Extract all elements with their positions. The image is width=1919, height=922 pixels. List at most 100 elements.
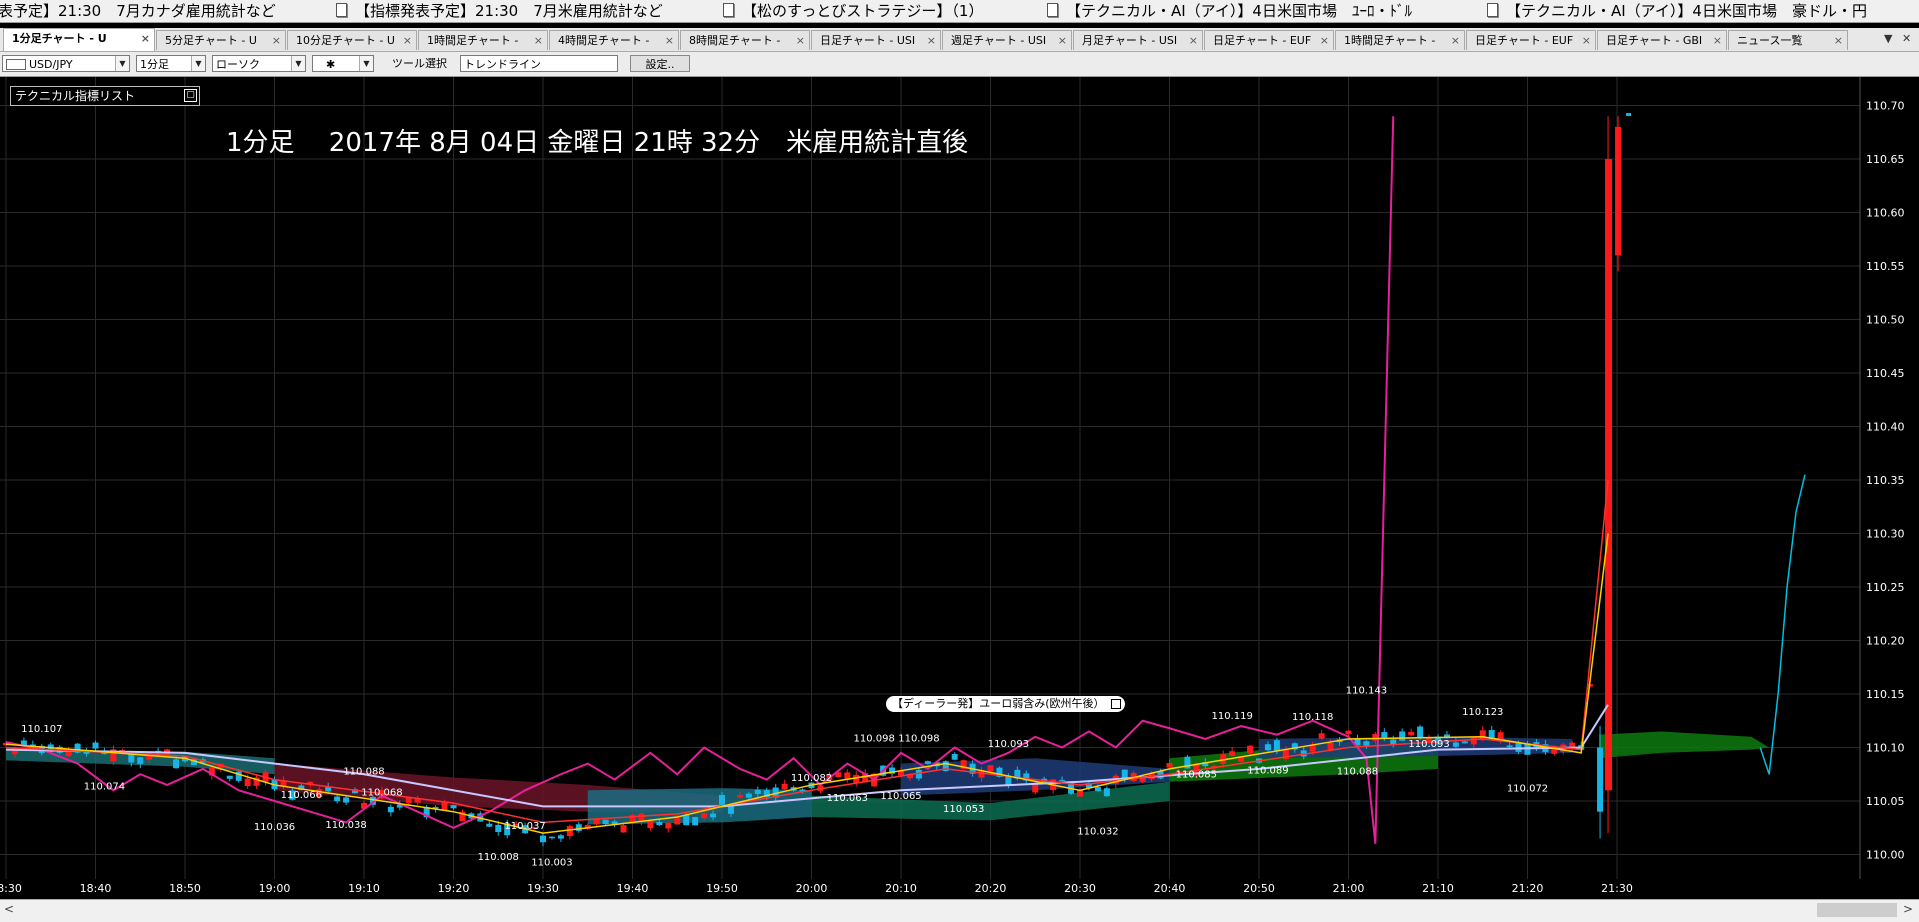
- tab-close-icon[interactable]: ×: [534, 31, 543, 50]
- news-popup[interactable]: 【ディーラー発】ユーロ弱含み(欧州午後）: [886, 696, 1125, 712]
- news-ticker[interactable]: 表予定】21:30 7月カナダ雇用統計など 【指標発表予定】21:30 7月米雇用…: [0, 0, 1919, 23]
- tab-chart-6[interactable]: 8時間足チャート - ×: [680, 30, 810, 50]
- tab-close-icon[interactable]: ×: [1058, 31, 1067, 50]
- price-label: 110.038: [325, 820, 366, 831]
- ticker-item[interactable]: 【松のすっとびストラテジー】（1）: [723, 0, 983, 22]
- settings-button[interactable]: 設定..: [630, 55, 690, 72]
- tab-close-icon[interactable]: ×: [141, 29, 150, 49]
- y-tick-label: 110.00: [1866, 849, 1905, 862]
- price-label: 110.068: [361, 788, 402, 799]
- candle-body: [1229, 751, 1236, 756]
- tab-close-icon[interactable]: ×: [796, 31, 805, 50]
- chart-type-value: ローソク: [216, 58, 260, 71]
- candle-body: [1032, 783, 1039, 793]
- y-tick-label: 110.05: [1866, 795, 1905, 808]
- price-label: 110.032: [1077, 826, 1118, 837]
- candle-body: [692, 817, 699, 826]
- tab-list-menu-icon[interactable]: ▼: [1884, 32, 1892, 45]
- close-window-icon[interactable]: ✕: [1902, 32, 1911, 45]
- price-chart[interactable]: 110.107 110.074 110.036 110.066 110.038 110.0…: [0, 77, 1919, 899]
- tab-chart-13[interactable]: 日足チャート - GBI ×: [1597, 30, 1727, 50]
- x-tick-label: 19:50: [706, 882, 738, 895]
- price-label: 110.093: [1408, 739, 1449, 750]
- tab-close-icon[interactable]: ×: [1713, 31, 1722, 50]
- tab-close-icon[interactable]: ×: [1582, 31, 1591, 50]
- expand-icon[interactable]: ▢: [184, 89, 197, 102]
- ticker-item[interactable]: 【指標発表予定】21:30 7月米雇用統計など: [336, 0, 663, 22]
- chevron-down-icon: ▼: [291, 56, 305, 71]
- y-tick-label: 110.30: [1866, 528, 1905, 541]
- y-tick-label: 110.50: [1866, 314, 1905, 327]
- tab-chart-1[interactable]: 1分足チャート - U ×: [3, 28, 155, 51]
- x-tick-label: 18:30: [0, 882, 22, 895]
- tab-label: 10分足チャート - U: [296, 34, 395, 47]
- candle-body: [674, 817, 681, 825]
- tab-close-icon[interactable]: ×: [1834, 31, 1843, 50]
- chart-toolbar: USD/JPY ▼ 1分足 ▼ ローソク ▼ ✱ ▼ ツール選択 トレンドライン…: [0, 52, 1919, 77]
- tab-chart-5[interactable]: 4時間足チャート - ×: [549, 30, 679, 50]
- tab-chart-4[interactable]: 1時間足チャート - ×: [418, 30, 548, 50]
- tab-chart-9[interactable]: 月足チャート - USI ×: [1073, 30, 1203, 50]
- price-label: 110.066: [281, 790, 322, 801]
- tab-close-icon[interactable]: ×: [1320, 31, 1329, 50]
- y-tick-label: 110.25: [1866, 581, 1905, 594]
- y-tick-label: 110.10: [1866, 742, 1905, 755]
- candle-body: [1363, 741, 1370, 746]
- tab-label: 4時間足チャート -: [558, 34, 650, 47]
- tab-label: 1時間足チャート -: [427, 34, 519, 47]
- ticker-item[interactable]: 表予定】21:30 7月カナダ雇用統計など: [0, 0, 276, 22]
- tab-close-icon[interactable]: ×: [1189, 31, 1198, 50]
- price-label: 110.088: [1337, 766, 1378, 777]
- candle-body: [647, 820, 654, 829]
- x-tick-label: 20:10: [885, 882, 917, 895]
- tab-close-icon[interactable]: ×: [665, 31, 674, 50]
- tab-label: 日足チャート - GBI: [1606, 34, 1703, 47]
- tab-close-icon[interactable]: ×: [927, 31, 936, 50]
- scrollbar-thumb[interactable]: [1817, 903, 1897, 917]
- ticker-item[interactable]: 【テクニカル・AI（アイ）】4日米国市場 ﾕｰﾛ・ﾄﾞﾙ: [1047, 0, 1412, 22]
- candle-body: [710, 813, 717, 818]
- tab-close-icon[interactable]: ×: [1451, 31, 1460, 50]
- chart-type-select[interactable]: ローソク ▼: [212, 55, 306, 72]
- tab-chart-2[interactable]: 5分足チャート - U ×: [156, 30, 286, 50]
- candle-style-select[interactable]: ✱ ▼: [312, 55, 374, 72]
- tab-chart-14[interactable]: ニュース一覧 ×: [1728, 30, 1848, 50]
- candle-body: [754, 789, 761, 795]
- candle-body: [1094, 787, 1101, 792]
- tab-chart-8[interactable]: 週足チャート - USI ×: [942, 30, 1072, 50]
- y-tick-label: 110.65: [1866, 153, 1905, 166]
- x-tick-label: 21:10: [1422, 882, 1454, 895]
- tab-chart-10[interactable]: 日足チャート - EUF ×: [1204, 30, 1334, 50]
- horizontal-scrollbar[interactable]: < >: [0, 899, 1919, 922]
- tab-chart-11[interactable]: 1時間足チャート - ×: [1335, 30, 1465, 50]
- x-tick-label: 19:10: [348, 882, 380, 895]
- tab-label: 1分足チャート - U: [12, 32, 107, 45]
- y-tick-label: 110.35: [1866, 474, 1905, 487]
- ticker-item[interactable]: 【テクニカル・AI（アイ）】4日米国市場 豪ドル・円: [1487, 0, 1867, 22]
- candle-body: [1626, 112, 1632, 116]
- scroll-left-icon[interactable]: <: [4, 902, 14, 916]
- tab-chart-3[interactable]: 10分足チャート - U ×: [287, 30, 417, 50]
- ticker-item-text: 【松のすっとびストラテジー】（1）: [742, 2, 984, 20]
- candle-body: [137, 757, 144, 764]
- close-icon[interactable]: [1110, 699, 1121, 709]
- tool-select-field[interactable]: トレンドライン: [460, 55, 618, 72]
- price-label: 110.065: [880, 791, 921, 802]
- price-label: 110.072: [1507, 783, 1548, 794]
- candle-body: [1327, 742, 1334, 750]
- candle-body: [1139, 778, 1146, 782]
- tab-label: 1時間足チャート -: [1344, 34, 1436, 47]
- candle-body: [405, 797, 412, 804]
- price-label: 110.088: [343, 766, 384, 777]
- candle-style-icon: ✱: [326, 58, 336, 71]
- chevron-down-icon: ▼: [359, 56, 373, 71]
- currency-pair-select[interactable]: USD/JPY ▼: [2, 55, 130, 72]
- scroll-right-icon[interactable]: >: [1903, 902, 1913, 916]
- timeframe-select[interactable]: 1分足 ▼: [136, 55, 206, 72]
- tab-close-icon[interactable]: ×: [272, 31, 281, 50]
- tab-close-icon[interactable]: ×: [403, 31, 412, 50]
- indicator-list-panel[interactable]: テクニカル指標リスト ▢: [10, 86, 200, 106]
- candle-body: [1452, 742, 1459, 747]
- tab-chart-7[interactable]: 日足チャート - USI ×: [811, 30, 941, 50]
- tab-chart-12[interactable]: 日足チャート - EUF ×: [1466, 30, 1596, 50]
